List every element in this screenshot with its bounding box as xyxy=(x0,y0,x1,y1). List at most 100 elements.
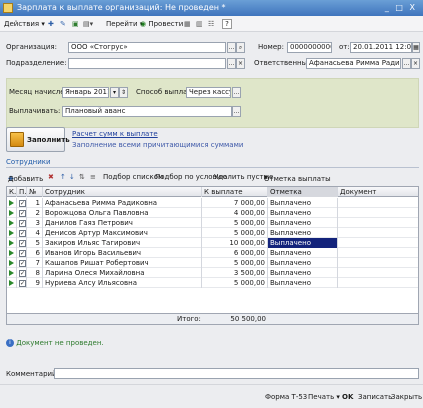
add-icon[interactable]: ✚ xyxy=(48,19,54,29)
table-row[interactable]: ✓ 4 Денисов Артур Максимович 5 000,00 Выплач… xyxy=(7,228,418,238)
responsible-clear-button[interactable]: × xyxy=(411,58,420,69)
table-row[interactable]: ✓ 9 Нуриева Алсу Ильясовна 5 000,00 Выплачен… xyxy=(7,278,418,288)
row-payout[interactable]: 4 000,00 xyxy=(202,208,268,218)
col-document[interactable]: Документ xyxy=(338,187,418,197)
help-icon[interactable]: ? xyxy=(222,19,232,29)
save-button[interactable]: Записать xyxy=(358,393,392,402)
go-menu[interactable]: Перейти ▾ xyxy=(106,19,143,29)
actions-menu[interactable]: Действия ▾ xyxy=(4,19,45,29)
number-field[interactable]: 00000000001 xyxy=(287,42,332,53)
col-number[interactable]: № xyxy=(27,187,43,197)
table-row[interactable]: ✓ 8 Ларина Олеся Михайловна 3 500,00 Выплаче… xyxy=(7,268,418,278)
dept-select-button[interactable]: … xyxy=(227,58,236,69)
row-mark[interactable]: Выплачено xyxy=(268,248,338,258)
row-document[interactable] xyxy=(338,278,418,288)
col-p[interactable]: П... xyxy=(17,187,27,197)
row-mark[interactable]: Выплачено xyxy=(268,268,338,278)
row-payout[interactable]: 10 000,00 xyxy=(202,238,268,248)
dept-field[interactable] xyxy=(68,58,226,69)
date-picker-button[interactable]: ▦ xyxy=(412,42,420,53)
pay-select-button[interactable]: … xyxy=(232,106,241,117)
row-mark[interactable]: Выплачено xyxy=(268,208,338,218)
table-row[interactable]: ✓ 2 Ворожцова Ольга Павловна 4 000,00 Выплач… xyxy=(7,208,418,218)
org-select-button[interactable]: … xyxy=(227,42,236,53)
row-checkbox[interactable]: ✓ xyxy=(17,198,27,208)
month-field[interactable]: Январь 2011 xyxy=(62,87,109,98)
col-payout[interactable]: К выплате xyxy=(202,187,268,197)
row-document[interactable] xyxy=(338,218,418,228)
col-employee[interactable]: Сотрудник xyxy=(43,187,202,197)
row-checkbox[interactable]: ✓ xyxy=(17,228,27,238)
row-payout[interactable]: 3 500,00 xyxy=(202,268,268,278)
table-row[interactable]: ✓ 3 Данилов Гаяз Петрович 5 000,00 Выплачено xyxy=(7,218,418,228)
row-mark[interactable]: Выплачено xyxy=(268,278,338,288)
method-select-button[interactable]: … xyxy=(232,87,241,98)
row-document[interactable] xyxy=(338,238,418,248)
month-dropdown-button[interactable]: ▾ xyxy=(110,87,119,98)
row-checkbox[interactable]: ✓ xyxy=(17,258,27,268)
movements-icon[interactable]: ▦ xyxy=(184,19,191,29)
row-checkbox[interactable]: ✓ xyxy=(17,208,27,218)
delete-row-icon[interactable]: ✖ xyxy=(48,173,54,182)
org-field[interactable]: ООО «Стогрус» xyxy=(68,42,226,53)
table-row[interactable]: ✓ 1 Афанасьева Римма Радиковна 7 000,00 Выпл… xyxy=(7,198,418,208)
fill-all-link[interactable]: Заполнение всеми причитающимися суммами xyxy=(72,141,243,149)
date-field[interactable]: 20.01.2011 12:00:00 xyxy=(350,42,412,53)
row-payout[interactable]: 6 000,00 xyxy=(202,248,268,258)
row-checkbox[interactable]: ✓ xyxy=(17,248,27,258)
row-mark[interactable]: Выплачено xyxy=(268,238,338,248)
pay-field[interactable]: Плановый аванс xyxy=(62,106,232,117)
row-payout[interactable]: 5 000,00 xyxy=(202,218,268,228)
post-icon[interactable]: ▣ xyxy=(72,19,79,29)
row-document[interactable] xyxy=(338,248,418,258)
row-employee[interactable]: Данилов Гаяз Петрович xyxy=(43,218,202,228)
table-icon[interactable]: ▥ xyxy=(196,19,203,29)
row-employee[interactable]: Кашапов Ришат Робертович xyxy=(43,258,202,268)
row-checkbox[interactable]: ✓ xyxy=(17,268,27,278)
row-mark[interactable]: Выплачено xyxy=(268,198,338,208)
sort-desc-icon[interactable]: ≡ xyxy=(90,173,96,182)
row-payout[interactable]: 5 000,00 xyxy=(202,278,268,288)
post-button[interactable]: ◉ Провести xyxy=(140,19,183,29)
row-checkbox[interactable]: ✓ xyxy=(17,278,27,288)
calc-link[interactable]: Расчет сумм к выплате xyxy=(72,130,158,138)
fill-button[interactable]: Заполнить xyxy=(6,127,70,152)
dept-clear-button[interactable]: × xyxy=(236,58,245,69)
sort-asc-icon[interactable]: ⇅ xyxy=(79,173,85,182)
window-controls[interactable]: _ □ X xyxy=(385,0,417,16)
row-employee[interactable]: Закиров Ильяс Тагирович xyxy=(43,238,202,248)
print-menu[interactable]: Печать ▾ xyxy=(308,393,340,402)
col-mark[interactable]: Отметка xyxy=(268,187,338,197)
row-document[interactable] xyxy=(338,228,418,238)
structure-icon[interactable]: ▤▾ xyxy=(83,19,93,29)
row-mark[interactable]: Выплачено xyxy=(268,218,338,228)
edit-icon[interactable]: ✎ xyxy=(60,19,66,29)
table-row[interactable]: ✓ 7 Кашапов Ришат Робертович 5 000,00 Выплач… xyxy=(7,258,418,268)
row-checkbox[interactable]: ✓ xyxy=(17,218,27,228)
row-employee[interactable]: Афанасьева Римма Радиковна xyxy=(43,198,202,208)
comment-field[interactable] xyxy=(54,368,419,379)
mark-payment-menu[interactable]: Отметка выплаты ▾ xyxy=(264,173,331,183)
row-employee[interactable]: Иванов Игорь Васильевич xyxy=(43,248,202,258)
row-payout[interactable]: 5 000,00 xyxy=(202,258,268,268)
row-document[interactable] xyxy=(338,208,418,218)
move-down-icon[interactable]: ↓ xyxy=(69,173,75,182)
table-row[interactable]: ✓ 6 Иванов Игорь Васильевич 6 000,00 Выплаче… xyxy=(7,248,418,258)
responsible-select-button[interactable]: … xyxy=(402,58,411,69)
row-mark[interactable]: Выплачено xyxy=(268,258,338,268)
month-stepper-button[interactable]: ⇕ xyxy=(119,87,128,98)
row-document[interactable] xyxy=(338,198,418,208)
org-open-button[interactable]: ⌕ xyxy=(236,42,245,53)
settings-icon[interactable]: ☷ xyxy=(208,19,214,29)
row-employee[interactable]: Ларина Олеся Михайловна xyxy=(43,268,202,278)
row-document[interactable] xyxy=(338,258,418,268)
move-up-icon[interactable]: ↑ xyxy=(60,173,66,182)
form-t53-button[interactable]: Форма Т-53 xyxy=(265,393,307,402)
method-field[interactable]: Через кассу xyxy=(186,87,231,98)
row-checkbox[interactable]: ✓ xyxy=(17,238,27,248)
row-payout[interactable]: 5 000,00 xyxy=(202,228,268,238)
row-employee[interactable]: Ворожцова Ольга Павловна xyxy=(43,208,202,218)
responsible-field[interactable]: Афанасьева Римма Радиковна xyxy=(306,58,401,69)
table-row[interactable]: ✓ 5 Закиров Ильяс Тагирович 10 000,00 Выплач… xyxy=(7,238,418,248)
close-button[interactable]: Закрыть xyxy=(391,393,422,402)
